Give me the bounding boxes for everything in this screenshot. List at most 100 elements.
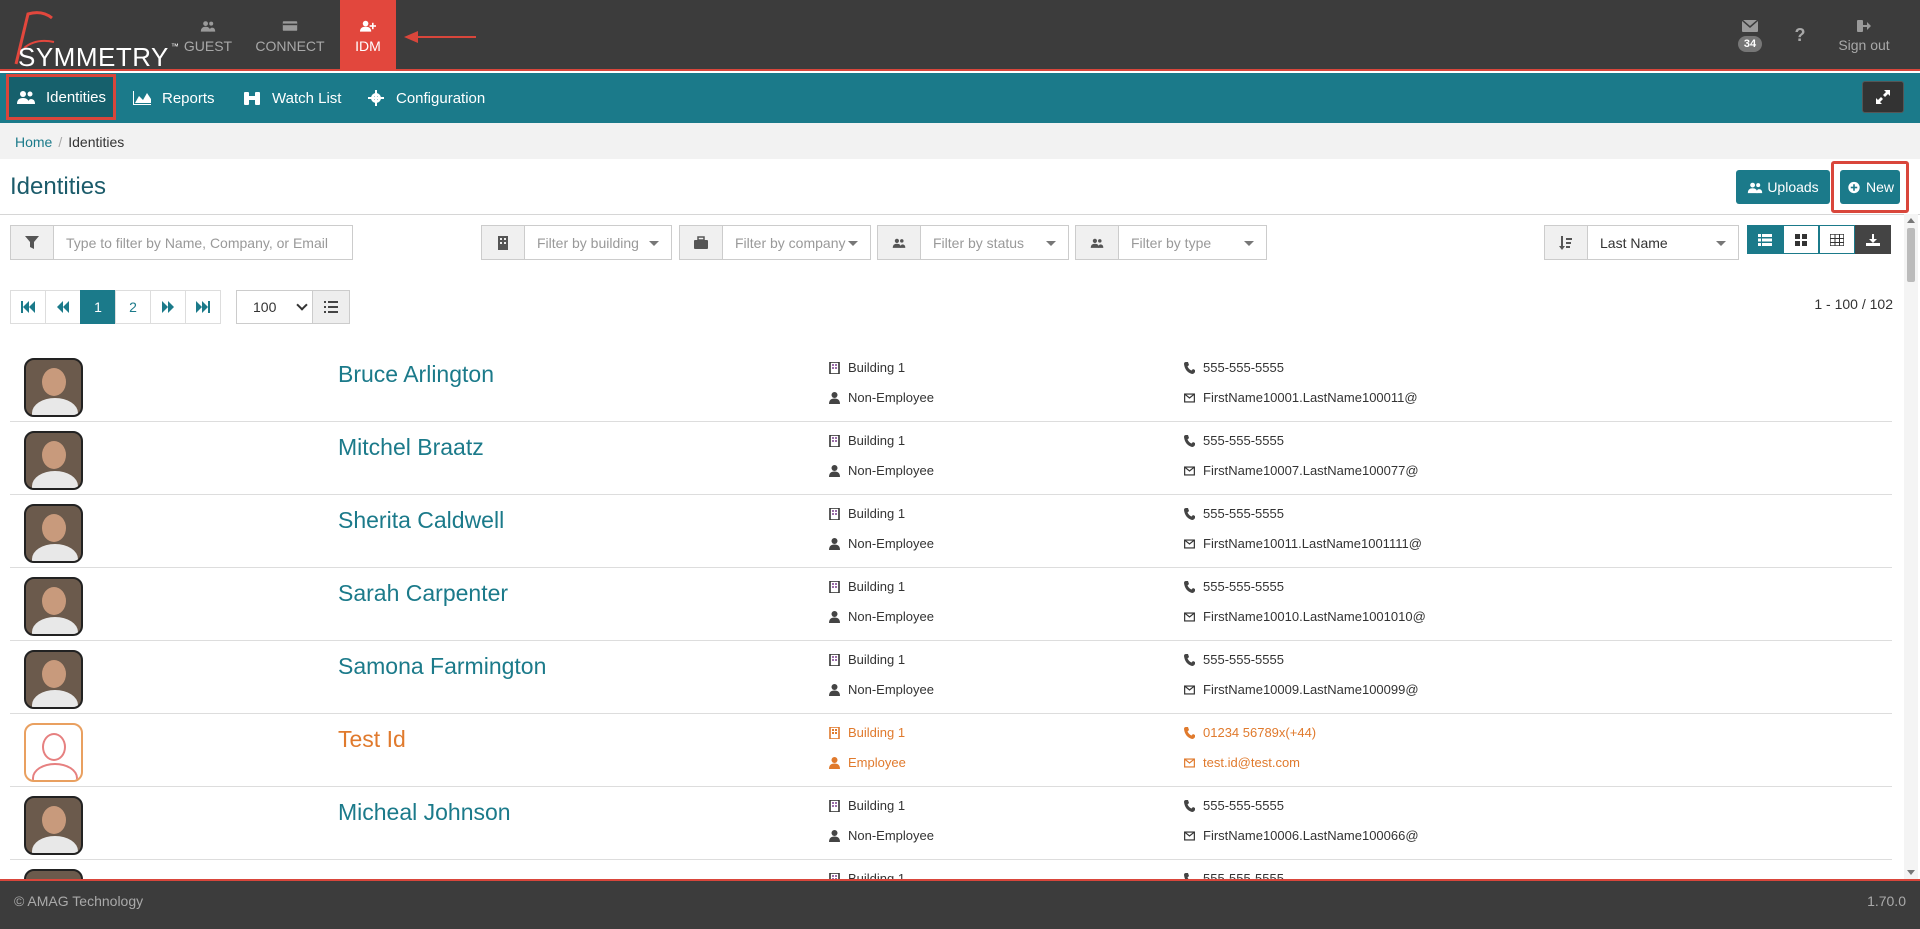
company-icon-box bbox=[679, 225, 723, 260]
identity-row[interactable]: Sherita Caldwell Building 1 Non-Employee 55… bbox=[10, 495, 1892, 568]
scroll-thumb[interactable] bbox=[1907, 228, 1915, 282]
identity-name[interactable]: Micheal Johnson bbox=[338, 799, 511, 826]
export-button[interactable] bbox=[1855, 225, 1891, 254]
topnav-guest[interactable]: GUEST bbox=[172, 0, 244, 71]
card-view-button[interactable] bbox=[1783, 225, 1819, 254]
subnav-configuration[interactable]: Configuration bbox=[366, 73, 485, 123]
filter-icon-box bbox=[10, 225, 54, 260]
identity-row[interactable]: Building 1 555-555-5555 bbox=[10, 860, 1892, 879]
identity-phone: 555-555-5555 bbox=[1184, 360, 1284, 375]
building-icon-box bbox=[481, 225, 525, 260]
breadcrumb: Home / Identities bbox=[15, 134, 124, 150]
breadcrumb-home-link[interactable]: Home bbox=[15, 134, 52, 150]
avatar[interactable] bbox=[24, 650, 83, 709]
avatar[interactable] bbox=[24, 358, 83, 417]
subnav-reports[interactable]: Reports bbox=[132, 73, 215, 123]
help-button[interactable]: ? bbox=[1780, 25, 1820, 46]
annotation-arrow-icon bbox=[404, 31, 476, 43]
last-page-icon bbox=[196, 301, 210, 313]
columns-button[interactable] bbox=[311, 291, 349, 323]
chevron-down-icon bbox=[1046, 241, 1056, 246]
identity-email[interactable]: FirstName10009.LastName100099@ bbox=[1184, 682, 1419, 697]
avatar[interactable] bbox=[24, 504, 83, 563]
user-icon bbox=[829, 464, 840, 477]
identity-name[interactable]: Test Id bbox=[338, 726, 406, 753]
building-icon bbox=[829, 507, 840, 520]
download-icon bbox=[1866, 233, 1880, 246]
avatar[interactable] bbox=[24, 577, 83, 636]
list-ol-icon bbox=[323, 301, 338, 313]
identity-name[interactable]: Sarah Carpenter bbox=[338, 580, 508, 607]
page-size-select[interactable]: 100 bbox=[236, 290, 350, 324]
new-identity-button[interactable]: New bbox=[1840, 170, 1900, 204]
users-icon bbox=[200, 20, 216, 32]
scrollbar[interactable] bbox=[1904, 214, 1918, 879]
avatar[interactable] bbox=[24, 796, 83, 855]
users-icon bbox=[16, 91, 35, 104]
module-nav: Identities Reports Watch List Configurat… bbox=[0, 73, 1920, 123]
next-page-button[interactable] bbox=[150, 290, 186, 324]
identity-building: Building 1 bbox=[829, 798, 905, 813]
identity-building: Building 1 bbox=[829, 725, 905, 740]
top-right-tools: 34 ? Sign out bbox=[1720, 0, 1920, 71]
type-filter-select[interactable]: Filter by type bbox=[1118, 225, 1267, 260]
scroll-down-icon bbox=[1907, 870, 1915, 875]
identity-phone: 555-555-5555 bbox=[1184, 871, 1284, 879]
page-1-button[interactable]: 1 bbox=[80, 290, 116, 324]
page-2-button[interactable]: 2 bbox=[115, 290, 151, 324]
chevron-down-icon bbox=[1716, 241, 1726, 246]
identity-row[interactable]: Mitchel Braatz Building 1 Non-Employee 555-… bbox=[10, 422, 1892, 495]
subnav-identities[interactable]: Identities bbox=[6, 74, 116, 120]
prev-page-button[interactable] bbox=[45, 290, 81, 324]
identity-email[interactable]: FirstName10010.LastName1001010@ bbox=[1184, 609, 1426, 624]
avatar[interactable] bbox=[24, 723, 83, 782]
avatar[interactable] bbox=[24, 431, 83, 490]
type-icon-box bbox=[1075, 225, 1119, 260]
identity-row[interactable]: Bruce Arlington Building 1 Non-Employee 555… bbox=[10, 349, 1892, 422]
status-filter-select[interactable]: Filter by status bbox=[920, 225, 1069, 260]
avatar[interactable] bbox=[24, 869, 83, 879]
fullscreen-button[interactable] bbox=[1862, 81, 1904, 113]
identity-email[interactable]: FirstName10006.LastName100066@ bbox=[1184, 828, 1419, 843]
identity-row[interactable]: Sarah Carpenter Building 1 Non-Employee 555… bbox=[10, 568, 1892, 641]
identity-name[interactable]: Samona Farmington bbox=[338, 653, 546, 680]
chevron-down-icon bbox=[848, 241, 858, 246]
sort-select[interactable]: Last Name bbox=[1587, 225, 1739, 260]
identity-email[interactable]: test.id@test.com bbox=[1184, 755, 1300, 770]
first-page-button[interactable] bbox=[10, 290, 46, 324]
identity-row[interactable]: Samona Farmington Building 1 Non-Employee 5… bbox=[10, 641, 1892, 714]
identity-phone: 555-555-5555 bbox=[1184, 652, 1284, 667]
building-filter-select[interactable]: Filter by building bbox=[524, 225, 672, 260]
subnav-watch-list[interactable]: Watch List bbox=[242, 73, 341, 123]
briefcase-icon bbox=[694, 235, 708, 249]
identity-email[interactable]: FirstName10001.LastName100011@ bbox=[1184, 390, 1418, 405]
user-icon bbox=[829, 683, 840, 696]
topnav-idm[interactable]: IDM bbox=[340, 0, 396, 71]
last-page-button[interactable] bbox=[185, 290, 221, 324]
breadcrumb-current: Identities bbox=[68, 134, 125, 150]
list-view-button[interactable] bbox=[1747, 225, 1783, 254]
identity-name[interactable]: Sherita Caldwell bbox=[338, 507, 504, 534]
user-icon bbox=[829, 610, 840, 623]
identity-name[interactable]: Mitchel Braatz bbox=[338, 434, 484, 461]
company-filter-select[interactable]: Filter by company bbox=[722, 225, 871, 260]
messages-button[interactable]: 34 bbox=[1720, 19, 1780, 52]
new-button-highlight: New bbox=[1831, 161, 1909, 213]
search-input[interactable]: Type to filter by Name, Company, or Emai… bbox=[53, 225, 353, 260]
uploads-button[interactable]: Uploads bbox=[1736, 170, 1830, 204]
identity-building: Building 1 bbox=[829, 652, 905, 667]
identity-row[interactable]: Test Id Building 1 Employee 01234 56789x(+4… bbox=[10, 714, 1892, 787]
phone-icon bbox=[1184, 799, 1195, 812]
identity-row[interactable]: Micheal Johnson Building 1 Non-Employee 555… bbox=[10, 787, 1892, 860]
identity-email[interactable]: FirstName10011.LastName1001111@ bbox=[1184, 536, 1422, 551]
symmetry-logo[interactable]: SYMMETRY ™ bbox=[4, 4, 179, 72]
table-view-button[interactable] bbox=[1819, 225, 1855, 254]
topnav-connect[interactable]: CONNECT bbox=[254, 0, 326, 71]
identity-phone: 01234 56789x(+44) bbox=[1184, 725, 1316, 740]
identity-email[interactable]: FirstName10007.LastName100077@ bbox=[1184, 463, 1419, 478]
sign-out-button[interactable]: Sign out bbox=[1820, 19, 1920, 53]
identity-type: Non-Employee bbox=[829, 463, 934, 478]
identity-building: Building 1 bbox=[829, 433, 905, 448]
identity-name[interactable]: Bruce Arlington bbox=[338, 361, 494, 388]
top-bar: SYMMETRY ™ GUEST CONNECT IDM 34 ? Sign ou… bbox=[0, 0, 1920, 72]
